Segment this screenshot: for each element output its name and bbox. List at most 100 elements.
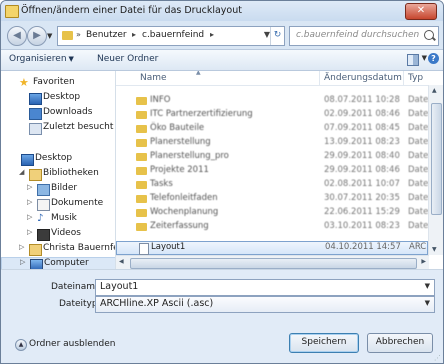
sidebar-item-desktop[interactable]: Desktop	[1, 92, 115, 105]
sidebar-item-libraries[interactable]: ◢ Bibliotheken	[1, 168, 115, 181]
file-type: Date	[408, 151, 429, 161]
sidebar-item-user[interactable]: ▷ Christa Bauernfeind	[1, 243, 115, 256]
sidebar-item-desktop-root[interactable]: Desktop	[1, 153, 115, 166]
scroll-down-icon[interactable]: ▼	[432, 246, 437, 253]
star-icon: ★	[19, 76, 29, 89]
expand-arrow-icon[interactable]: ▷	[19, 243, 24, 251]
sidebar-item-pictures[interactable]: ▷ Bilder	[1, 183, 115, 196]
sidebar-item-label: Downloads	[43, 107, 93, 117]
sidebar-item-label: Zuletzt besucht	[43, 122, 114, 132]
table-row[interactable]: Tasks 02.08.2011 10:07 Date	[116, 179, 429, 191]
scroll-up-icon[interactable]: ▲	[432, 87, 437, 94]
folder-icon	[136, 195, 147, 203]
chevron-down-icon[interactable]: ▼	[422, 54, 427, 62]
collapse-arrow-icon[interactable]: ◢	[19, 168, 24, 176]
column-header-name[interactable]: Name	[140, 73, 167, 83]
file-type: Date	[408, 207, 429, 217]
horizontal-scrollbar[interactable]: ◀ ▶	[116, 255, 429, 269]
chevron-down-icon[interactable]: ▼	[425, 299, 430, 307]
title-bar[interactable]: Öffnen/ändern einer Datei für das Druckl…	[1, 1, 443, 21]
sidebar-item-music[interactable]: ▷ ♪ Musik	[1, 213, 115, 226]
organize-button[interactable]: Organisieren ▼	[9, 54, 74, 64]
sidebar-item-computer[interactable]: ▷ Computer	[1, 257, 115, 269]
column-header-date[interactable]: Änderungsdatum	[324, 73, 402, 83]
file-type: Date	[408, 193, 429, 203]
sidebar-item-label: Desktop	[35, 153, 73, 163]
expand-arrow-icon[interactable]: ▷	[27, 213, 32, 221]
scroll-left-icon[interactable]: ◀	[119, 258, 124, 265]
history-dropdown-icon[interactable]: ▼	[47, 32, 52, 40]
table-row[interactable]: Planerstellung 13.09.2011 08:23 Date	[116, 137, 428, 149]
table-row[interactable]: Planerstellung_pro 29.09.2011 08:40 Date	[116, 151, 429, 163]
sidebar-item-videos[interactable]: ▷ Videos	[1, 228, 115, 241]
file-date: 29.09.2011 08:46	[324, 165, 400, 175]
table-row[interactable]: Zeiterfassung 03.10.2011 08:23 Date	[116, 221, 429, 233]
expand-arrow-icon[interactable]: ▷	[27, 198, 32, 206]
folder-app-icon	[5, 5, 19, 18]
filetype-value: ARCHline.XP Ascii (.asc)	[100, 298, 214, 309]
search-box[interactable]: c.bauernfeind durchsuchen	[289, 26, 439, 46]
filename-field[interactable]: Layout1 ▼	[95, 279, 435, 296]
sidebar-item-downloads[interactable]: Downloads	[1, 107, 115, 120]
breadcrumb-separator-icon[interactable]: ▸	[132, 30, 136, 39]
expand-arrow-icon[interactable]: ▷	[27, 183, 32, 191]
table-row-selected[interactable]: Layout1 04.10.2011 14:57 ARC	[116, 241, 428, 255]
scroll-thumb[interactable]	[130, 258, 417, 269]
folder-icon	[136, 223, 147, 231]
table-row[interactable]: Öko Bauteile 07.09.2011 08:45 Date	[116, 123, 428, 135]
save-button[interactable]: Speichern	[289, 333, 359, 353]
vertical-scrollbar[interactable]: ▲ ▼	[428, 85, 443, 255]
breadcrumb-separator-icon[interactable]: ▸	[210, 30, 214, 39]
sidebar-item-label: Desktop	[43, 92, 81, 102]
refresh-icon: ↻	[273, 30, 282, 40]
help-icon[interactable]: ?	[428, 53, 439, 64]
column-divider[interactable]	[319, 71, 320, 85]
table-row[interactable]: Projekte 2011 29.09.2011 08:46 Date	[116, 165, 428, 177]
sidebar-item-label: Bilder	[51, 183, 78, 193]
file-name: Telefonleitfaden	[150, 193, 218, 203]
table-row[interactable]: ITC Partnerzertifizierung 02.09.2011 08:4…	[116, 109, 428, 121]
file-type: Date	[408, 179, 429, 189]
search-placeholder: c.bauernfeind durchsuchen	[296, 30, 420, 40]
resize-grip-icon[interactable]: ⋰	[434, 354, 441, 362]
music-icon: ♪	[37, 213, 44, 224]
breadcrumb-item-benutzer[interactable]: Benutzer	[86, 30, 127, 40]
column-divider[interactable]	[403, 71, 404, 85]
search-icon	[424, 30, 434, 40]
file-list: ▲ Name Änderungsdatum Typ INFO 08.07.2011…	[116, 71, 443, 269]
new-folder-button[interactable]: Neuer Ordner	[97, 54, 158, 64]
folder-icon	[136, 111, 147, 119]
sidebar-item-label: Videos	[51, 228, 81, 238]
file-date: 22.06.2011 15:29	[324, 207, 400, 217]
filetype-select[interactable]: ARCHline.XP Ascii (.asc) ▼	[95, 296, 435, 313]
scroll-thumb[interactable]	[431, 103, 442, 215]
view-options-icon[interactable]	[407, 54, 419, 66]
table-row[interactable]: Telefonleitfaden 30.07.2011 20:35 Date	[116, 193, 429, 205]
file-name: Planerstellung_pro	[150, 151, 229, 161]
sidebar-item-recent[interactable]: Zuletzt besucht	[1, 122, 115, 135]
address-bar[interactable]: » Benutzer ▸ c.bauernfeind ▸ ▼ ↻	[57, 26, 285, 46]
cancel-button[interactable]: Abbrechen	[367, 333, 433, 353]
hide-folders-icon[interactable]: ▲	[15, 339, 27, 351]
expand-arrow-icon[interactable]: ▷	[27, 228, 32, 236]
hide-folders-button[interactable]: Ordner ausblenden	[29, 339, 115, 349]
table-row[interactable]: Wochenplanung 22.06.2011 15:29 Date	[116, 207, 429, 219]
column-header-type[interactable]: Typ	[408, 73, 423, 83]
back-arrow-icon: ◀	[13, 30, 21, 41]
dialog-footer: Dateiname: Layout1 ▼ Dateityp: ARCHline.…	[1, 269, 443, 363]
file-name: Tasks	[150, 179, 173, 189]
refresh-button[interactable]: ↻	[270, 27, 284, 45]
file-name: Wochenplanung	[150, 207, 219, 217]
file-name: Layout1	[151, 242, 186, 252]
sidebar-item-documents[interactable]: ▷ Dokumente	[1, 198, 115, 211]
sidebar-item-favorites[interactable]: ★ Favoriten	[1, 77, 115, 90]
close-button[interactable]: ✕	[405, 3, 437, 20]
table-row[interactable]: INFO 08.07.2011 10:28 Date	[116, 95, 428, 107]
back-button[interactable]: ◀	[7, 26, 27, 46]
chevron-down-icon[interactable]: ▼	[425, 282, 430, 290]
file-type: Date	[408, 221, 429, 231]
expand-arrow-icon[interactable]: ▷	[20, 258, 25, 266]
forward-button[interactable]: ▶	[27, 26, 47, 46]
breadcrumb-item-user[interactable]: c.bauernfeind	[142, 30, 204, 40]
scroll-right-icon[interactable]: ▶	[421, 258, 426, 265]
